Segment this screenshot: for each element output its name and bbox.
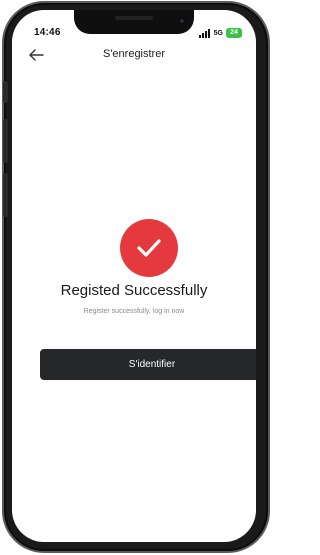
volume-down-button <box>3 173 8 217</box>
earpiece-speaker <box>115 16 153 20</box>
login-button[interactable]: S'identifier <box>40 349 256 380</box>
battery-icon: 24 <box>226 28 242 38</box>
status-time: 14:46 <box>34 27 61 38</box>
network-type: 5G <box>213 29 223 37</box>
success-heading: Registed Successfully <box>60 282 208 299</box>
success-subtext: Register successfully, log in now <box>83 308 185 315</box>
login-button-label: S'identifier <box>128 359 176 370</box>
success-badge <box>120 219 178 277</box>
signal-icon <box>198 28 210 38</box>
front-camera <box>178 17 186 25</box>
page-title: S'enregistrer <box>102 48 165 60</box>
phone-screen: 14:46 5G 24 S'enregistrer Registed Succe… <box>12 10 256 542</box>
notch <box>74 10 194 34</box>
mute-switch <box>3 81 8 103</box>
check-icon <box>137 239 161 257</box>
status-indicators: 5G 24 <box>198 28 242 38</box>
volume-up-button <box>3 119 8 163</box>
